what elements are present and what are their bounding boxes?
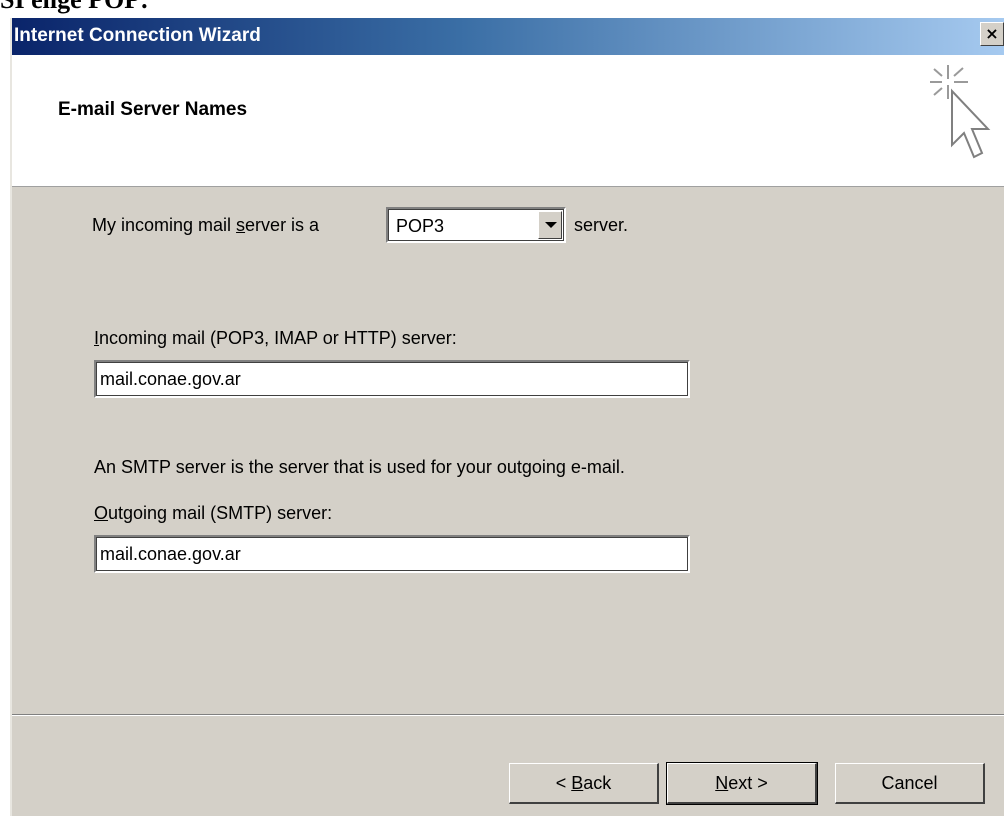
back-button[interactable]: < Back — [509, 763, 659, 804]
window-title: Internet Connection Wizard — [14, 25, 261, 46]
chevron-down-icon[interactable] — [538, 211, 562, 239]
server-type-select[interactable]: POP3 — [386, 207, 566, 243]
wizard-header: E-mail Server Names — [12, 55, 1004, 187]
incoming-server-label: Incoming mail (POP3, IMAP or HTTP) serve… — [94, 328, 457, 348]
page-caption: SI eligé POP: — [0, 0, 149, 13]
next-button[interactable]: Next > — [666, 762, 818, 805]
incoming-server-input[interactable] — [94, 360, 690, 398]
title-bar[interactable]: Internet Connection Wizard × — [12, 18, 1004, 55]
page-title: E-mail Server Names — [58, 99, 248, 120]
outgoing-server-input[interactable] — [94, 535, 690, 573]
close-icon: × — [985, 24, 999, 43]
button-separator — [12, 714, 1004, 716]
server-type-value: POP3 — [396, 216, 445, 236]
smtp-description: An SMTP server is the server that is use… — [94, 457, 625, 477]
cancel-button[interactable]: Cancel — [835, 763, 985, 804]
wizard-cursor-sparkle-icon — [930, 65, 991, 159]
server-type-suffix: server. — [574, 215, 629, 235]
close-button[interactable]: × — [980, 22, 1004, 46]
outgoing-server-label: Outgoing mail (SMTP) server: — [94, 503, 333, 523]
wizard-window: Internet Connection Wizard × E-mail Serv… — [10, 18, 1004, 816]
server-type-label: My incoming mail server is a — [92, 215, 320, 235]
